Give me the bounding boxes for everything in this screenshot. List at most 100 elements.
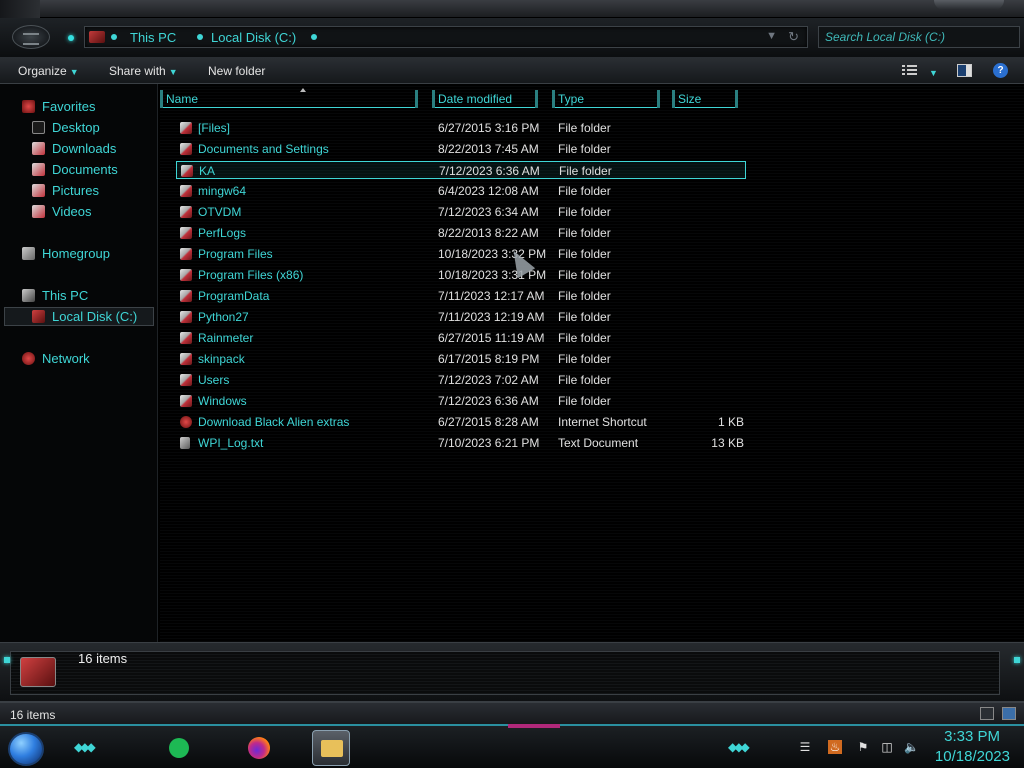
breadcrumb-separator-icon[interactable] (311, 34, 317, 40)
java-tray-icon[interactable]: ♨ (828, 740, 842, 754)
volume-icon[interactable]: 🔈 (904, 740, 919, 754)
file-date-modified: 6/17/2015 8:19 PM (438, 352, 540, 366)
text-file-icon (180, 437, 190, 449)
search-input[interactable] (819, 27, 1019, 47)
file-row[interactable]: Python27 7/11/2023 12:19 AM File folder (176, 308, 746, 326)
column-header-name[interactable]: Name (160, 88, 418, 108)
folder-icon (180, 206, 192, 218)
folder-icon (180, 311, 192, 323)
details-glow-left (4, 657, 10, 663)
column-size-label: Size (678, 92, 702, 106)
file-row[interactable]: Documents and Settings 8/22/2013 7:45 AM F… (176, 140, 746, 158)
file-row[interactable]: WPI_Log.txt 7/10/2023 6:21 PM Text Documen… (176, 434, 746, 452)
window-title-bar (0, 0, 1024, 18)
column-type-label: Type (558, 92, 585, 106)
share-with-button[interactable]: Share with ▼ (109, 64, 178, 78)
column-header-date-modified[interactable]: Date modified (432, 90, 538, 108)
notes-app-button[interactable] (160, 730, 198, 766)
breadcrumb-separator-icon[interactable] (197, 34, 203, 40)
details-pane: 16 items (0, 642, 1024, 702)
nav-documents-label: Documents (52, 162, 118, 177)
file-name: [Files] (198, 121, 231, 135)
details-view-icon[interactable] (980, 707, 994, 720)
file-explorer-app-button[interactable] (312, 730, 350, 766)
action-center-flag-icon[interactable]: ⚑ (856, 740, 870, 754)
title-bar-left-cap (0, 0, 40, 18)
taskbar: ◆◆◆ ◆◆◆ ☰ ♨ ⚑ ◫ 🔈 3:33 PM 10/18/2023 (0, 724, 1024, 768)
file-name: Users (198, 373, 230, 387)
nav-pictures-label: Pictures (52, 183, 99, 198)
star-icon (22, 100, 35, 113)
file-type: File folder (558, 268, 611, 282)
file-row[interactable]: Users 7/12/2023 7:02 AM File folder (176, 371, 746, 389)
clock-time[interactable]: 3:33 PM (944, 728, 1000, 745)
file-date-modified: 6/27/2015 11:19 AM (438, 331, 545, 345)
file-row[interactable]: ProgramData 7/11/2023 12:17 AM File folder (176, 287, 746, 305)
file-row[interactable]: KA 7/12/2023 6:36 AM File folder (176, 161, 746, 179)
file-type: File folder (558, 394, 611, 408)
file-row[interactable]: PerfLogs 8/22/2013 8:22 AM File folder (176, 224, 746, 242)
breadcrumb-this-pc[interactable]: This PC (130, 30, 176, 45)
file-row[interactable]: Program Files (x86) 10/18/2023 3:31 PM Fil… (176, 266, 746, 284)
file-row[interactable]: Rainmeter 6/27/2015 11:19 AM File folder (176, 329, 746, 347)
file-name: OTVDM (198, 205, 242, 219)
file-date-modified: 7/10/2023 6:21 PM (438, 436, 540, 450)
view-dropdown-icon[interactable]: ▼ (926, 65, 938, 79)
tray-chevron-icon[interactable]: ☰ (798, 740, 812, 754)
back-forward-icon[interactable] (68, 35, 74, 41)
file-row[interactable]: Download Black Alien extras 6/27/2015 8:2… (176, 413, 746, 431)
file-name: Program Files (198, 247, 273, 261)
file-row[interactable]: [Files] 6/27/2015 3:16 PM File folder (176, 119, 746, 137)
chevron-down-icon: ▼ (168, 67, 178, 77)
file-row[interactable]: Windows 7/12/2023 6:36 AM File folder (176, 392, 746, 410)
nav-homegroup-label: Homegroup (42, 246, 110, 261)
file-list-pane: Name Date modified Type Size [Files] 6/27… (160, 84, 1024, 642)
nav-favorites-label: Favorites (42, 99, 96, 114)
file-row[interactable]: Program Files 10/18/2023 3:32 PM File fold… (176, 245, 746, 263)
view-options-icon[interactable] (902, 64, 917, 77)
column-header-type[interactable]: Type (552, 90, 660, 108)
address-row: This PC Local Disk (C:) ▼ ↻ (0, 18, 1024, 58)
file-name: Program Files (x86) (198, 268, 304, 282)
internet-shortcut-icon (180, 416, 192, 428)
large-icons-view-icon[interactable] (1002, 707, 1016, 720)
folder-icon (180, 143, 192, 155)
network-tray-icon[interactable]: ◫ (880, 740, 894, 754)
folder-icon (180, 290, 192, 302)
sort-ascending-icon (300, 88, 306, 92)
start-button[interactable] (8, 732, 44, 766)
column-header-size[interactable]: Size (672, 90, 738, 108)
details-item-count: 16 items (78, 651, 128, 666)
search-box[interactable] (818, 26, 1020, 48)
file-size: 13 KB (711, 436, 744, 450)
file-type: File folder (558, 184, 611, 198)
file-type: Text Document (558, 436, 639, 450)
file-name: mingw64 (198, 184, 247, 198)
folder-icon (180, 122, 192, 134)
clock-date[interactable]: 10/18/2023 (935, 748, 1010, 765)
file-date-modified: 8/22/2013 7:45 AM (438, 142, 539, 156)
file-date-modified: 6/27/2015 3:16 PM (438, 121, 540, 135)
alien-logo-icon[interactable] (12, 25, 50, 49)
preview-pane-icon[interactable] (957, 64, 972, 77)
file-date-modified: 7/11/2023 12:17 AM (438, 289, 545, 303)
file-name: Rainmeter (198, 331, 254, 345)
folder-icon (180, 227, 192, 239)
window-controls[interactable] (934, 0, 1004, 10)
nav-downloads-label: Downloads (52, 141, 117, 156)
file-row[interactable]: OTVDM 7/12/2023 6:34 AM File folder (176, 203, 746, 221)
organize-button[interactable]: Organize ▼ (18, 64, 79, 78)
refresh-icon[interactable]: ↻ (788, 29, 799, 45)
file-row[interactable]: skinpack 6/17/2015 8:19 PM File folder (176, 350, 746, 368)
firefox-app-button[interactable] (240, 730, 278, 766)
help-icon[interactable]: ? (993, 63, 1008, 78)
address-dropdown-icon[interactable]: ▼ (766, 30, 777, 42)
file-row[interactable]: mingw64 6/4/2023 12:08 AM File folder (176, 182, 746, 200)
breadcrumb-local-disk[interactable]: Local Disk (C:) (211, 30, 296, 45)
file-name: KA (199, 164, 216, 178)
file-type: File folder (558, 331, 611, 345)
file-type: File folder (559, 164, 612, 178)
new-folder-button[interactable]: New folder (208, 64, 265, 78)
breadcrumb-separator-icon[interactable] (111, 34, 117, 40)
address-bar[interactable]: This PC Local Disk (C:) ▼ ↻ (84, 26, 808, 48)
